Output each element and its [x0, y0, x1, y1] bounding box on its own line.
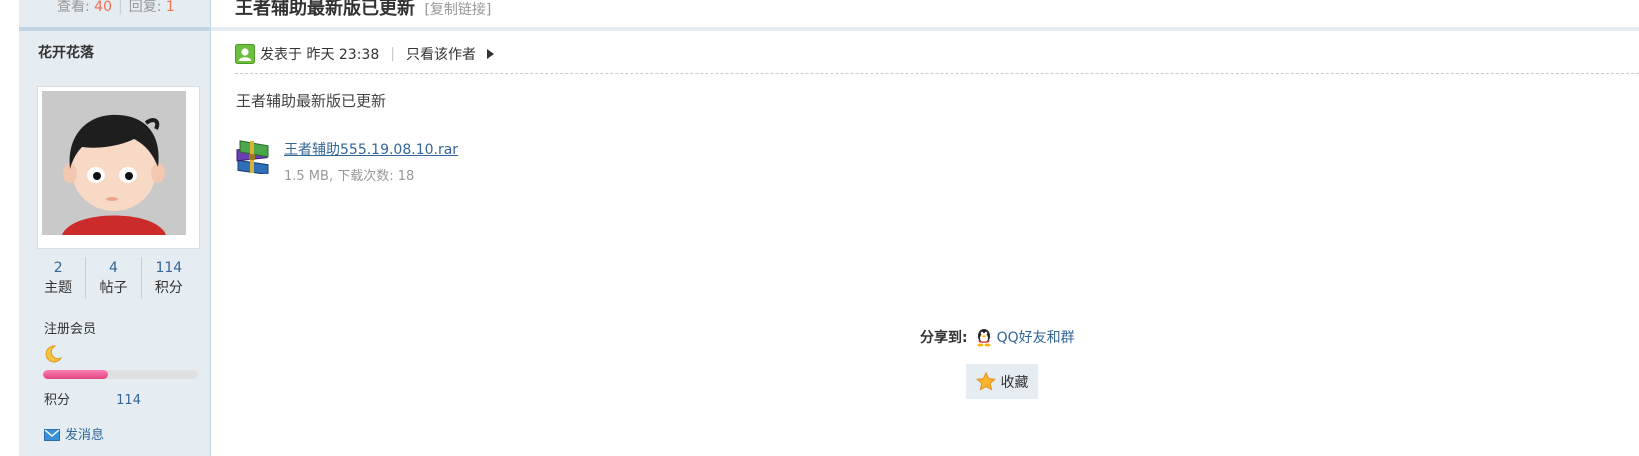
share-qq-link[interactable]: QQ好友和群 — [997, 327, 1075, 347]
level-progress-fill — [43, 370, 109, 379]
send-message-link[interactable]: 发消息 — [44, 424, 104, 443]
stat-label: 帖子 — [99, 280, 128, 296]
star-icon — [975, 372, 996, 391]
page-title: 王者辅助最新版已更新 — [235, 0, 415, 19]
share-label: 分享到: — [920, 330, 968, 346]
replies-label: 回复: — [128, 0, 162, 15]
favorite-label[interactable]: 收藏 — [1001, 372, 1029, 392]
post-content: 王者辅助最新版已更新 — [236, 92, 387, 110]
envelope-icon — [44, 429, 60, 441]
send-message-label[interactable]: 发消息 — [65, 428, 104, 443]
online-user-icon — [235, 44, 255, 64]
divider: | — [390, 46, 395, 62]
stat-value[interactable]: 4 — [86, 258, 140, 278]
stat-label: 积分 — [154, 280, 183, 296]
title-divider — [211, 27, 1639, 31]
replies-count: 1 — [165, 0, 175, 15]
thread-counts: 查看: 40 | 回复: 1 — [57, 0, 175, 16]
play-arrow-icon[interactable] — [486, 49, 494, 59]
avatar[interactable] — [37, 86, 200, 249]
views-label: 查看: — [57, 0, 90, 15]
author-sidebar: 查看: 40 | 回复: 1 花开花落 2 主题 4 帖子 114 积分 注册会… — [19, 0, 211, 456]
views-count: 40 — [94, 0, 112, 15]
post-timestamp: 发表于 昨天 23:38 — [260, 47, 380, 63]
rar-archive-icon[interactable] — [235, 138, 273, 178]
points-label: 积分 — [44, 393, 71, 408]
thread-page: 查看: 40 | 回复: 1 花开花落 2 主题 4 帖子 114 积分 注册会… — [0, 0, 1639, 456]
favorite-button[interactable]: 收藏 — [966, 364, 1038, 399]
stat-value[interactable]: 2 — [31, 258, 85, 278]
qq-penguin-icon[interactable] — [973, 327, 994, 347]
author-name[interactable]: 花开花落 — [38, 42, 94, 62]
post-meta-divider — [235, 73, 1639, 74]
copy-link-button[interactable]: [复制链接] — [424, 2, 491, 18]
user-group[interactable]: 注册会员 — [44, 318, 96, 337]
moon-icon — [43, 344, 63, 368]
author-stats: 2 主题 4 帖子 114 积分 — [31, 257, 196, 299]
author-only-link[interactable]: 只看该作者 — [406, 44, 476, 64]
level-progress-bar — [43, 370, 198, 379]
stat-threads[interactable]: 2 主题 — [31, 257, 87, 299]
post-meta: 发表于 昨天 23:38 | 只看该作者 — [235, 44, 494, 64]
attachment-link[interactable]: 王者辅助555.19.08.10.rar — [284, 139, 458, 159]
points-value: 114 — [116, 393, 141, 408]
avatar-image — [42, 91, 186, 235]
stat-label: 主题 — [44, 280, 73, 296]
stat-value[interactable]: 114 — [142, 258, 196, 278]
attachment-info: 1.5 MB, 下载次数: 18 — [284, 169, 415, 184]
stat-points[interactable]: 114 积分 — [142, 257, 196, 299]
thread-title-bar: 王者辅助最新版已更新 [复制链接] — [235, 0, 491, 20]
points-row: 积分 114 — [44, 389, 141, 408]
stat-posts[interactable]: 4 帖子 — [86, 257, 142, 299]
sidebar-divider — [19, 27, 210, 31]
share-bar: 分享到: QQ好友和群 — [920, 327, 1075, 347]
divider: | — [118, 0, 123, 15]
